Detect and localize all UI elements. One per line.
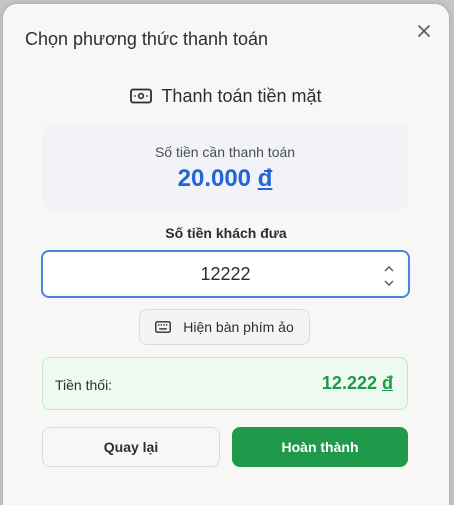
change-currency: đ — [382, 373, 393, 393]
amount-due-value: 20.000 đ — [42, 165, 408, 193]
cash-given-label: Số tiền khách đưa — [165, 225, 287, 241]
keyboard-icon — [155, 321, 172, 333]
change-value: 12.222 đ — [322, 373, 393, 394]
amount-due-label: Số tiền cần thanh toán — [154, 144, 296, 160]
complete-button[interactable]: Hoàn thành — [232, 427, 408, 467]
number-spinner[interactable] — [383, 266, 395, 286]
amount-due-panel: Số tiền cần thanh toán 20.000 đ — [42, 124, 408, 210]
show-virtual-keyboard-label: Hiện bàn phím ảo — [183, 319, 294, 335]
payment-method-header: Thanh toán tiền mặt — [3, 83, 449, 109]
dialog-title: Chọn phương thức thanh toán — [25, 29, 269, 49]
amount-due-currency: đ — [257, 165, 273, 192]
payment-method-dialog: Chọn phương thức thanh toán Thanh toán t… — [3, 4, 449, 505]
chevron-up-icon[interactable] — [384, 266, 394, 272]
change-label: Tiền thối: — [55, 377, 113, 393]
cash-given-field[interactable] — [41, 250, 410, 298]
cash-given-input[interactable] — [43, 252, 408, 296]
back-button[interactable]: Quay lại — [42, 427, 220, 467]
payment-method-label: Thanh toán tiền mặt — [161, 85, 322, 106]
amount-due-number: 20.000 — [177, 165, 252, 192]
change-panel: Tiền thối: 12.222 đ — [42, 357, 408, 410]
show-virtual-keyboard-button[interactable]: Hiện bàn phím ảo — [139, 309, 310, 345]
close-icon — [418, 25, 430, 37]
cash-icon — [130, 88, 153, 104]
change-number: 12.222 — [321, 373, 377, 393]
close-button[interactable] — [413, 20, 435, 42]
chevron-down-icon[interactable] — [384, 280, 394, 286]
